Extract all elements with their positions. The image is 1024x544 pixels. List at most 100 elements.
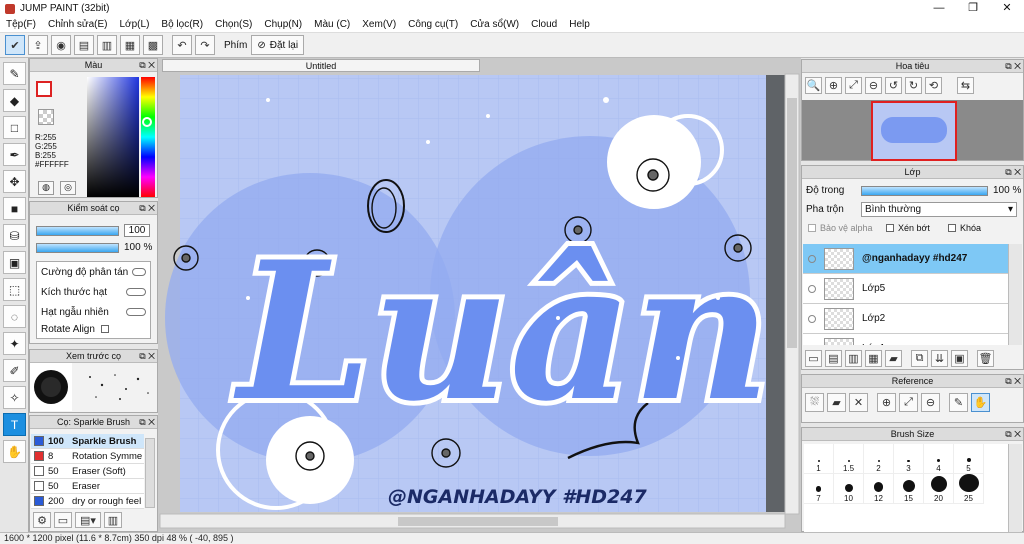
transparent-swatch[interactable] [38,109,54,125]
brush-size-cell[interactable]: 4 [924,444,954,474]
brush-opacity-slider[interactable] [36,242,119,253]
brush-size-cell[interactable]: 5 [954,444,984,474]
menu-color[interactable]: Màu (C) [308,17,356,33]
menu-window[interactable]: Cửa sổ(W) [464,17,525,33]
comment-icon[interactable]: ▤ [74,35,94,55]
undo-icon[interactable]: ↶ [172,35,192,55]
brush-list-item[interactable]: 8 Rotation Symme [31,449,144,464]
brush-size-cell[interactable]: 10 [834,474,864,504]
brush-size-input[interactable]: 100 [124,224,150,237]
brush-list-item[interactable]: 50 Eraser (Soft) [31,464,144,479]
menu-help[interactable]: Help [563,17,596,33]
hue-slider[interactable] [141,77,155,197]
brush-size-cell[interactable]: 1 [804,444,834,474]
reset-view-icon[interactable]: ⟲ [925,77,942,94]
eraser-tool-icon[interactable]: ◆ [3,89,26,112]
color-wheel-icon[interactable]: ◎ [60,181,76,195]
clipping-checkbox[interactable] [886,224,894,232]
select-eraser-tool-icon[interactable]: ✧ [3,386,26,409]
menu-view[interactable]: Xem(V) [356,17,402,33]
reference-close-icon[interactable]: ✕ [849,393,868,412]
saturation-picker[interactable] [87,77,139,197]
rect-tool-icon[interactable]: □ [3,116,26,139]
reset-button[interactable]: ⊘ Đặt lại [251,35,305,55]
rotate-right-icon[interactable]: ↻ [905,77,922,94]
maximize-button[interactable]: ❐ [956,0,990,17]
panel-buttons-icon[interactable]: ⧉ ✕ [139,59,155,72]
new-brush-icon[interactable]: ▭ [54,512,72,528]
zoom-minus-icon[interactable]: ⊖ [865,77,882,94]
panel-buttons-icon[interactable]: ⧉ ✕ [1005,428,1021,441]
brush-list-item[interactable]: 50 Eraser [31,479,144,494]
check-icon[interactable]: ✔ [5,35,25,55]
brush-copy-icon[interactable]: ▥ [104,512,122,528]
select-pen-tool-icon[interactable]: ✐ [3,359,26,382]
select-rect-tool-icon[interactable]: ⬚ [3,278,26,301]
brush-list-item[interactable]: 200 dry or rough feel [31,494,144,509]
lock-checkbox[interactable] [948,224,956,232]
particle-size-toggle[interactable] [126,288,146,296]
menu-filter[interactable]: Bộ lọc(R) [155,17,209,33]
new-halftone-layer-icon[interactable]: ▦ [865,350,882,367]
panel-buttons-icon[interactable]: ⧉ ✕ [139,350,155,363]
zoom-out-icon[interactable]: 🔍 [805,77,822,94]
brush-settings-icon[interactable]: ⚙ [33,512,51,528]
redo-icon[interactable]: ↷ [195,35,215,55]
magic-wand-tool-icon[interactable]: ✦ [3,332,26,355]
brush-size-slider[interactable] [36,225,119,236]
brush-menu-icon[interactable]: ▤▾ [75,512,101,528]
reference-fit-icon[interactable]: ⤢ [899,393,918,412]
open-reference-icon[interactable]: ⛆ [805,393,824,412]
text-tool-icon[interactable]: T [3,413,26,436]
pen-tool-icon[interactable]: ✒ [3,143,26,166]
layer-list-scrollbar[interactable] [1008,244,1022,345]
brush-size-cell[interactable]: 7 [804,474,834,504]
grid-icon[interactable]: ▩ [143,35,163,55]
layer-row[interactable]: Lớp5 [803,274,1008,304]
panel-buttons-icon[interactable]: ⧉ ✕ [1005,375,1021,388]
hand-tool-icon[interactable]: ✋ [3,440,26,463]
layer-visibility-icon[interactable] [808,254,816,263]
navigator-preview[interactable] [871,101,957,161]
trash-icon[interactable]: 🗑 [977,350,994,367]
menu-file[interactable]: Tệp(F) [0,17,42,33]
random-toggle[interactable] [126,308,146,316]
foreground-color-swatch[interactable] [36,81,52,97]
reference-folder-icon[interactable]: ▰ [827,393,846,412]
panel-buttons-icon[interactable]: ⧉ ✕ [1005,166,1021,179]
speech-icon[interactable]: ◉ [51,35,71,55]
fit-icon[interactable]: ⤢ [845,77,862,94]
new-layer-8bit-icon[interactable]: ▤ [825,350,842,367]
close-button[interactable]: ✕ [990,0,1024,17]
brush-list-scrollbar[interactable] [145,438,155,508]
layer-visibility-icon[interactable] [808,284,816,293]
brush-size-cell[interactable]: 3 [894,444,924,474]
layer-opacity-slider[interactable] [861,185,988,196]
new-folder-icon[interactable]: ▰ [885,350,902,367]
panel-buttons-icon[interactable]: ⧉ ✕ [139,416,155,429]
layer-visibility-icon[interactable] [808,344,816,345]
export-icon[interactable]: ⇪ [28,35,48,55]
brush-size-cell[interactable]: 2 [864,444,894,474]
merge-layer-icon[interactable]: ⇊ [931,350,948,367]
menu-tools[interactable]: Công cụ(T) [402,17,464,33]
zoom-in-icon[interactable]: ⊕ [825,77,842,94]
brush-size-scrollbar[interactable] [1008,444,1022,532]
panel-buttons-icon[interactable]: ⧉ ✕ [139,202,155,215]
scatter-toggle[interactable] [132,268,146,276]
layer-row[interactable]: Lớp2 [803,304,1008,334]
layer-row[interactable]: @nganhadayy #hd247 [803,244,1008,274]
clear-layer-icon[interactable]: ▣ [951,350,968,367]
menu-select[interactable]: Chọn(S) [209,17,258,33]
palette-icon[interactable]: ◍ [38,181,54,195]
brush-size-cell[interactable]: 25 [954,474,984,504]
reference-zoom-in-icon[interactable]: ⊕ [877,393,896,412]
canvas-view[interactable]: Luân @NGANHADAYY #HD247 [158,58,801,532]
protect-alpha-checkbox[interactable] [808,224,816,232]
hand-icon[interactable]: ✋ [971,393,990,412]
brush-tool-icon[interactable]: ✎ [3,62,26,85]
pages-icon[interactable]: ▦ [120,35,140,55]
flip-icon[interactable]: ⇆ [957,77,974,94]
menu-capture[interactable]: Chụp(N) [258,17,308,33]
hue-handle[interactable] [142,117,152,127]
